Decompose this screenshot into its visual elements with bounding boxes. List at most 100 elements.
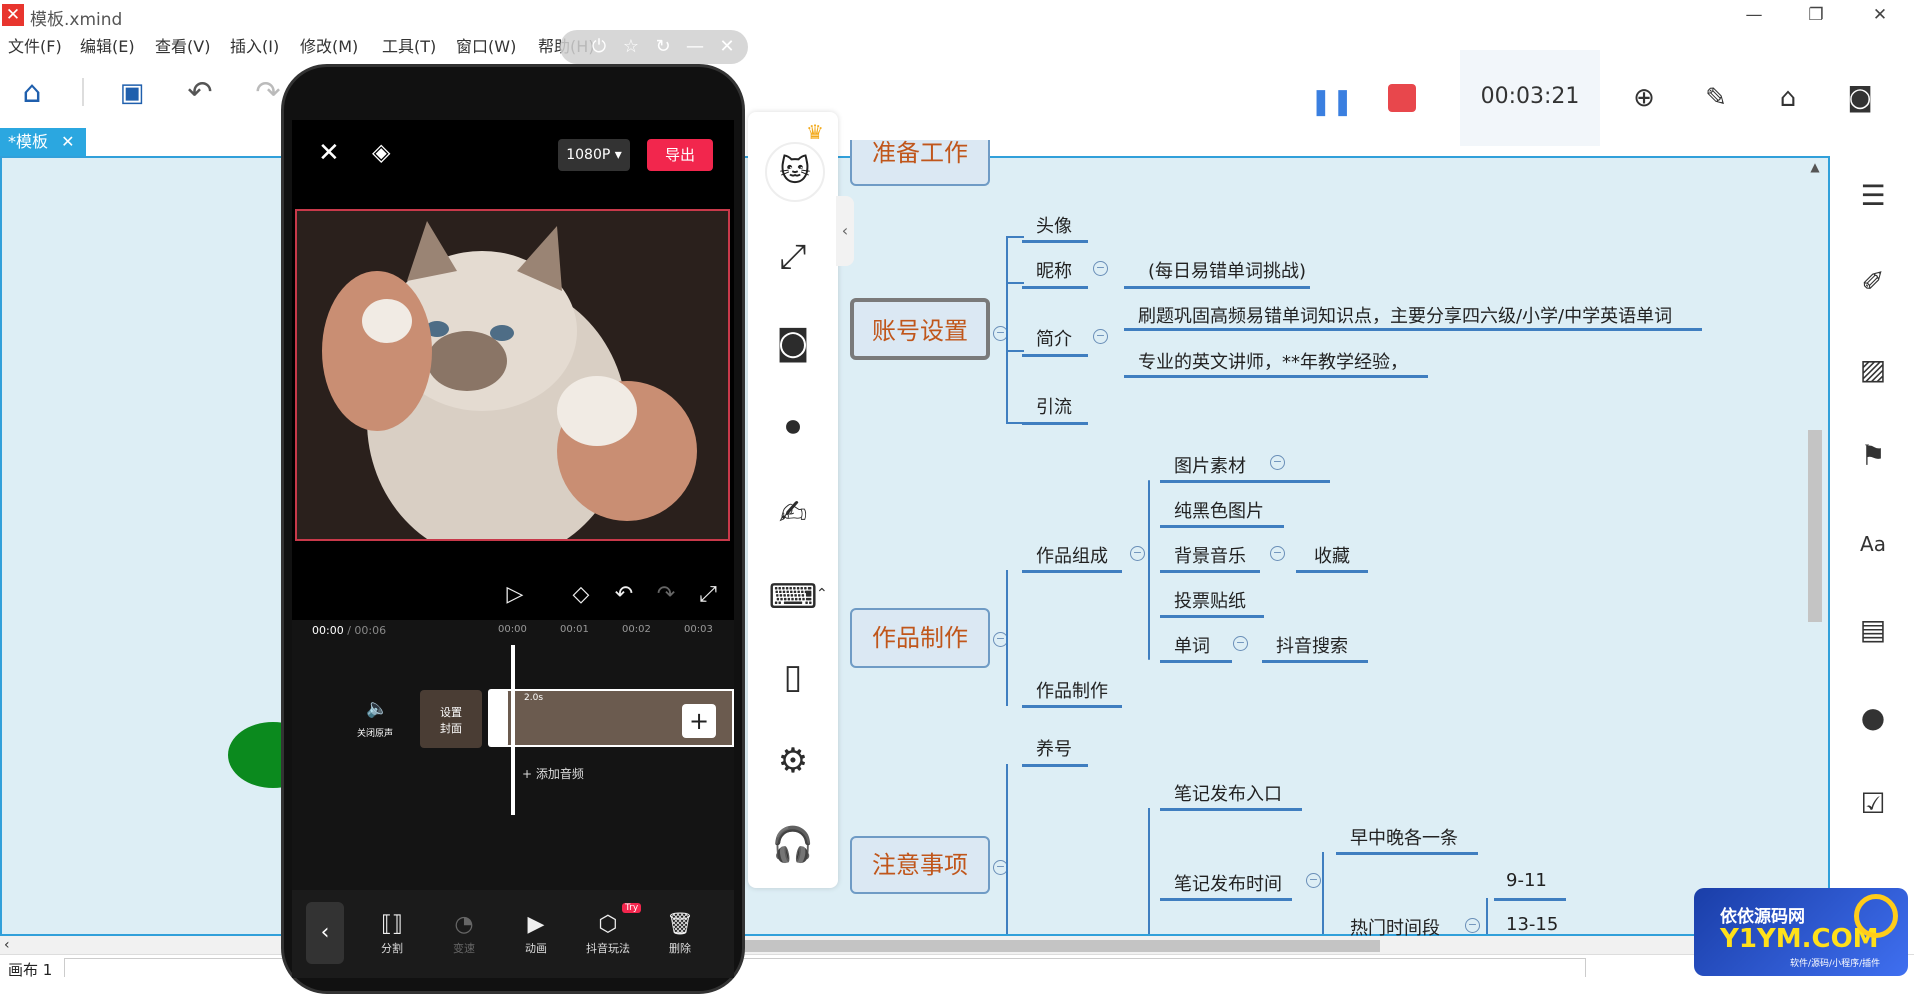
keyboard-icon[interactable]: ⌨: [768, 572, 818, 622]
document-tab[interactable]: *模板 ✕: [0, 128, 86, 156]
tool-animation[interactable]: ▶ 动画: [510, 910, 562, 956]
pin-icon[interactable]: ☆: [618, 35, 644, 59]
tool-douyin-play[interactable]: ⬡ 抖音玩法: [582, 910, 634, 956]
play-icon[interactable]: ▷: [500, 580, 530, 610]
collapse-panel-icon[interactable]: ‹: [836, 196, 854, 266]
node-vote-sticker[interactable]: 投票贴纸: [1174, 587, 1246, 613]
node-traffic[interactable]: 引流: [1036, 393, 1072, 419]
minimize-button[interactable]: —: [1724, 0, 1784, 30]
overlay-minimize-icon[interactable]: —: [682, 35, 708, 59]
node-image-material[interactable]: 图片素材: [1174, 452, 1246, 478]
clip-trim-handle[interactable]: [488, 689, 508, 747]
keyframe-icon[interactable]: ◇: [566, 580, 596, 610]
node-bgm[interactable]: 背景音乐: [1174, 542, 1246, 568]
save-icon[interactable]: ▣: [114, 75, 150, 111]
fold-toggle[interactable]: −: [1270, 546, 1285, 561]
menu-edit[interactable]: 编辑(E): [80, 33, 135, 57]
mindmap-canvas[interactable]: [0, 156, 1830, 936]
pen-icon[interactable]: ✎: [1696, 78, 1736, 118]
fullscreen-capture-icon[interactable]: ⤢: [768, 232, 818, 282]
vertical-scroll-thumb[interactable]: [1808, 430, 1822, 622]
comment-icon[interactable]: ●: [1855, 700, 1891, 736]
outline-icon[interactable]: ☰: [1855, 178, 1891, 214]
camera-icon[interactable]: ◙: [1840, 78, 1880, 118]
close-button[interactable]: ✕: [1850, 0, 1910, 30]
playhead[interactable]: [511, 645, 515, 815]
menu-insert[interactable]: 插入(I): [230, 33, 279, 57]
zoom-in-icon[interactable]: ⊕: [1624, 78, 1664, 118]
horizontal-scroll-thumb[interactable]: [720, 940, 1380, 952]
export-button[interactable]: 导出: [647, 139, 713, 171]
node-nickname-value[interactable]: (每日易错单词挑战): [1148, 257, 1306, 283]
brush-icon[interactable]: ✍: [768, 488, 818, 538]
node-nickname[interactable]: 昵称: [1036, 257, 1072, 283]
fullscreen-icon[interactable]: ⤢: [693, 580, 723, 610]
phone-close-icon[interactable]: ✕: [318, 138, 340, 168]
headset-icon[interactable]: 🎧: [768, 820, 818, 870]
speaker-icon[interactable]: 🔈: [366, 698, 388, 719]
notes-icon[interactable]: ▤: [1855, 612, 1891, 648]
node-post-entry[interactable]: 笔记发布入口: [1174, 780, 1282, 806]
fold-toggle[interactable]: −: [1465, 918, 1480, 933]
tool-split[interactable]: ⟦⟧ 分割: [366, 910, 418, 956]
node-bgm-sub[interactable]: 收藏: [1314, 542, 1350, 568]
redo-edit-icon[interactable]: ↷: [651, 580, 681, 610]
fold-toggle[interactable]: −: [1093, 329, 1108, 344]
fold-toggle[interactable]: −: [1270, 455, 1285, 470]
avatar[interactable]: 🐱: [765, 142, 825, 202]
video-camera-icon[interactable]: ⏺: [768, 402, 818, 452]
node-words-sub[interactable]: 抖音搜索: [1276, 632, 1348, 658]
screenshot-camera-icon[interactable]: ◙: [768, 318, 818, 368]
topic-works[interactable]: 作品制作: [850, 608, 990, 668]
pause-record-icon[interactable]: ❚❚: [1310, 82, 1354, 122]
topic-prepare[interactable]: 准备工作: [850, 140, 990, 186]
video-preview[interactable]: [295, 209, 730, 541]
task-icon[interactable]: ☑: [1855, 786, 1891, 822]
node-daily[interactable]: 早中晚各一条: [1350, 824, 1458, 850]
tool-speed[interactable]: ◔ 变速: [438, 910, 490, 956]
home-outline-icon[interactable]: ⌂: [1768, 78, 1808, 118]
node-composition[interactable]: 作品组成: [1036, 542, 1108, 568]
stop-record-button[interactable]: [1388, 84, 1416, 112]
phone-mirror-icon[interactable]: ▯: [768, 652, 818, 702]
text-style-icon[interactable]: Aa: [1855, 526, 1891, 562]
add-clip-button[interactable]: +: [682, 704, 716, 738]
quality-selector[interactable]: 1080P ▾: [558, 139, 630, 171]
menu-file[interactable]: 文件(F): [8, 33, 62, 57]
image-icon[interactable]: ▨: [1855, 352, 1891, 388]
fold-toggle[interactable]: −: [1093, 261, 1108, 276]
fold-toggle[interactable]: −: [1233, 636, 1248, 651]
format-brush-icon[interactable]: ✐: [1855, 264, 1891, 300]
menu-window[interactable]: 窗口(W): [456, 33, 516, 57]
scroll-left-icon[interactable]: ‹: [4, 936, 22, 954]
fold-toggle[interactable]: −: [1306, 873, 1321, 888]
reset-icon[interactable]: ↻: [650, 35, 676, 59]
fold-toggle[interactable]: −: [1130, 546, 1145, 561]
restore-button[interactable]: ❐: [1786, 0, 1846, 30]
undo-icon[interactable]: ↶: [182, 75, 218, 111]
node-avatar[interactable]: 头像: [1036, 212, 1072, 238]
undo-edit-icon[interactable]: ↶: [609, 580, 639, 610]
menu-view[interactable]: 查看(V): [155, 33, 210, 57]
tool-delete[interactable]: 🗑 删除: [654, 910, 706, 956]
menu-tools[interactable]: 工具(T): [382, 33, 436, 57]
tab-close-icon[interactable]: ✕: [61, 132, 74, 151]
node-intro-2[interactable]: 专业的英文讲师，**年教学经验，: [1138, 348, 1408, 374]
menu-modify[interactable]: 修改(M): [300, 33, 358, 57]
node-time-2[interactable]: 13-15: [1506, 914, 1558, 935]
node-intro-1[interactable]: 刷题巩固高频易错单词知识点，主要分享四六级/小学/中学英语单词: [1138, 302, 1672, 328]
course-icon[interactable]: ◈: [372, 138, 390, 166]
node-making[interactable]: 作品制作: [1036, 677, 1108, 703]
node-raise-account[interactable]: 养号: [1036, 735, 1072, 761]
node-words[interactable]: 单词: [1174, 632, 1210, 658]
node-intro[interactable]: 简介: [1036, 325, 1072, 351]
expand-up-icon[interactable]: ⌃: [816, 586, 828, 602]
topic-notes[interactable]: 注意事项: [850, 836, 990, 894]
home-icon[interactable]: ⌂: [14, 75, 50, 111]
node-time-1[interactable]: 9-11: [1506, 870, 1547, 891]
marker-flag-icon[interactable]: ⚑: [1855, 438, 1891, 474]
topic-account-settings[interactable]: 账号设置: [850, 298, 990, 360]
node-black-image[interactable]: 纯黑色图片: [1174, 497, 1264, 523]
settings-gear-icon[interactable]: ⚙: [768, 736, 818, 786]
power-icon[interactable]: ⏻: [586, 35, 612, 59]
